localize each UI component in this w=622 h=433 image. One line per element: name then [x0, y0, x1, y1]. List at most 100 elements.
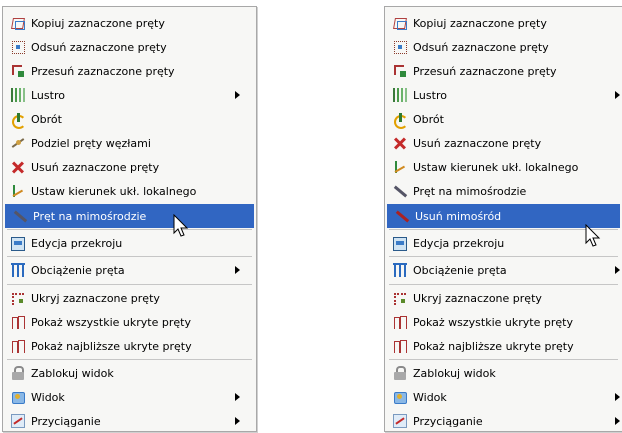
divide-bars-icon	[11, 136, 25, 150]
menu-item-show-nearest-bars[interactable]: Pokaż najbliższe ukryte pręty	[3, 334, 256, 358]
menu-item-lock-view[interactable]: Zablokuj widok	[3, 361, 256, 385]
menu-item-label: Kopiuj zaznaczone pręty	[413, 16, 547, 30]
local-axis-icon	[393, 160, 407, 174]
menu-item-label: Ustaw kierunek ukł. lokalnego	[413, 160, 579, 174]
menu-item-label: Pręt na mimośrodzie	[413, 184, 527, 198]
menu-item-rotate[interactable]: Obrót	[3, 107, 256, 131]
show-nearest-bars-icon	[393, 339, 407, 353]
lock-view-icon	[11, 366, 25, 380]
rotate-icon	[393, 112, 408, 129]
menu-item-cross-section[interactable]: Edycja przekroju	[3, 231, 256, 255]
menu-item-local-axis[interactable]: Ustaw kierunek ukł. lokalnego	[385, 155, 622, 179]
show-all-bars-icon	[393, 315, 407, 329]
menu-item-mirror[interactable]: Lustro	[385, 83, 622, 107]
menu-item-label: Ukryj zaznaczone pręty	[31, 291, 160, 305]
bar-load-icon	[11, 263, 25, 277]
menu-item-label: Odsuń zaznaczone pręty	[31, 40, 167, 54]
menu-item-offset-bars[interactable]: Odsuń zaznaczone pręty	[3, 35, 256, 59]
menu-item-bar-load[interactable]: Obciążenie pręta	[385, 258, 622, 282]
menu-item-label: Przyciąganie	[31, 414, 101, 428]
menu-item-copy-bars[interactable]: Kopiuj zaznaczone pręty	[385, 11, 622, 35]
menu-item-snap[interactable]: Przyciąganie	[3, 409, 256, 433]
menu-item-local-axis[interactable]: Ustaw kierunek ukł. lokalnego	[3, 179, 256, 203]
menu-item-label: Edycja przekroju	[413, 236, 505, 250]
mirror-icon	[11, 88, 25, 102]
menu-item-label: Przesuń zaznaczone pręty	[31, 64, 175, 78]
menu-separator	[389, 284, 618, 285]
menu-separator	[7, 256, 252, 257]
menu-item-rotate[interactable]: Obrót	[385, 107, 622, 131]
menu-item-hide-bars[interactable]: Ukryj zaznaczone pręty	[3, 286, 256, 310]
submenu-arrow-icon	[615, 91, 620, 99]
copy-bars-icon	[11, 16, 25, 30]
menu-item-label: Pokaż wszystkie ukryte pręty	[413, 315, 573, 329]
context-menu-left: Kopiuj zaznaczone pręty Odsuń zaznaczone…	[2, 6, 257, 432]
menu-item-bar-load[interactable]: Obciążenie pręta	[3, 258, 256, 282]
menu-item-label: Kopiuj zaznaczone pręty	[31, 16, 165, 30]
menu-item-label: Usuń zaznaczone pręty	[413, 136, 542, 150]
menu-item-delete-bars[interactable]: Usuń zaznaczone pręty	[385, 131, 622, 155]
menu-item-label: Lustro	[413, 88, 447, 102]
menu-item-label: Widok	[413, 390, 447, 404]
menu-item-label: Przyciąganie	[413, 414, 483, 428]
menu-item-eccentric-bar[interactable]: Pręt na mimośrodzie	[5, 204, 254, 228]
local-axis-icon	[11, 184, 25, 198]
menu-item-label: Zablokuj widok	[413, 366, 496, 380]
menu-item-snap[interactable]: Przyciąganie	[385, 409, 622, 433]
eccentric-bar-icon	[393, 184, 407, 198]
menu-item-label: Lustro	[31, 88, 65, 102]
menu-item-delete-bars[interactable]: Usuń zaznaczone pręty	[3, 155, 256, 179]
mouse-pointer-icon	[585, 224, 601, 247]
menu-item-divide-bars[interactable]: Podziel pręty węzłami	[3, 131, 256, 155]
menu-item-label: Zablokuj widok	[31, 366, 114, 380]
delete-bars-icon	[11, 160, 25, 174]
copy-bars-icon	[393, 16, 407, 30]
show-nearest-bars-icon	[11, 339, 25, 353]
menu-item-label: Pokaż najbliższe ukryte pręty	[413, 339, 574, 353]
hide-bars-icon	[393, 291, 407, 305]
snap-icon	[393, 414, 407, 428]
mouse-pointer-icon	[173, 214, 189, 237]
menu-separator	[7, 229, 252, 230]
menu-item-show-all-bars[interactable]: Pokaż wszystkie ukryte pręty	[3, 310, 256, 334]
menu-item-hide-bars[interactable]: Ukryj zaznaczone pręty	[385, 286, 622, 310]
menu-item-lock-view[interactable]: Zablokuj widok	[385, 361, 622, 385]
lock-view-icon	[393, 366, 407, 380]
menu-item-label: Obrót	[413, 112, 444, 126]
menu-item-offset-bars[interactable]: Odsuń zaznaczone pręty	[385, 35, 622, 59]
submenu-arrow-icon	[235, 266, 240, 274]
cross-section-icon	[393, 237, 407, 251]
menu-separator	[389, 256, 618, 257]
menu-item-label: Usuń mimośród	[415, 209, 502, 223]
move-bars-icon	[393, 64, 407, 78]
show-all-bars-icon	[11, 315, 25, 329]
submenu-arrow-icon	[615, 393, 620, 401]
menu-item-label: Odsuń zaznaczone pręty	[413, 40, 549, 54]
submenu-arrow-icon	[235, 393, 240, 401]
menu-item-view[interactable]: Widok	[385, 385, 622, 409]
view-icon	[393, 390, 407, 404]
menu-item-mirror[interactable]: Lustro	[3, 83, 256, 107]
menu-item-label: Ukryj zaznaczone pręty	[413, 291, 542, 305]
menu-item-label: Obciążenie pręta	[31, 263, 125, 277]
menu-item-eccentric-bar[interactable]: Pręt na mimośrodzie	[385, 179, 622, 203]
hide-bars-icon	[11, 291, 25, 305]
submenu-arrow-icon	[615, 417, 620, 425]
menu-item-view[interactable]: Widok	[3, 385, 256, 409]
submenu-arrow-icon	[235, 91, 240, 99]
menu-item-label: Pręt na mimośrodzie	[33, 209, 147, 223]
menu-item-move-bars[interactable]: Przesuń zaznaczone pręty	[3, 59, 256, 83]
menu-item-show-all-bars[interactable]: Pokaż wszystkie ukryte pręty	[385, 310, 622, 334]
submenu-arrow-icon	[615, 266, 620, 274]
menu-item-label: Ustaw kierunek ukł. lokalnego	[31, 184, 197, 198]
mirror-icon	[393, 88, 407, 102]
menu-item-show-nearest-bars[interactable]: Pokaż najbliższe ukryte pręty	[385, 334, 622, 358]
menu-item-label: Pokaż wszystkie ukryte pręty	[31, 315, 191, 329]
delete-bars-icon	[393, 136, 407, 150]
menu-item-label: Usuń zaznaczone pręty	[31, 160, 160, 174]
snap-icon	[11, 414, 25, 428]
submenu-arrow-icon	[235, 417, 240, 425]
context-menu-right: Kopiuj zaznaczone pręty Odsuń zaznaczone…	[384, 6, 622, 432]
menu-item-move-bars[interactable]: Przesuń zaznaczone pręty	[385, 59, 622, 83]
menu-item-copy-bars[interactable]: Kopiuj zaznaczone pręty	[3, 11, 256, 35]
